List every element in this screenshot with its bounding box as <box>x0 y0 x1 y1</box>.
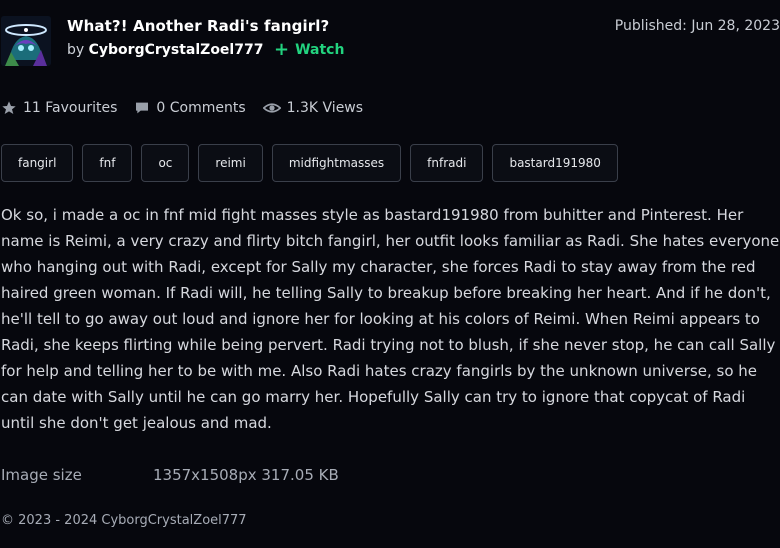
comment-icon <box>136 102 149 114</box>
comments-count: 0 Comments <box>156 100 246 116</box>
tag-chip[interactable]: reimi <box>198 144 263 182</box>
author-avatar[interactable] <box>1 16 51 66</box>
favourites-stat[interactable]: 11 Favourites <box>1 100 117 116</box>
author-link[interactable]: CyborgCrystalZoel777 <box>89 42 264 58</box>
copyright: © 2023 - 2024 CyborgCrystalZoel777 <box>1 513 247 528</box>
deviation-header: What?! Another Radi's fangirl? by Cyborg… <box>0 16 780 68</box>
plus-icon: + <box>274 39 290 60</box>
tag-list: fangirl fnf oc reimi midfightmasses fnfr… <box>1 144 618 182</box>
views-stat: 1.3K Views <box>262 100 364 116</box>
image-details: Image size 1357x1508px 317.05 KB <box>1 466 339 484</box>
published-date: Published: Jun 28, 2023 <box>614 18 780 34</box>
deviation-title: What?! Another Radi's fangirl? <box>67 17 330 35</box>
tag-chip[interactable]: fangirl <box>1 144 74 182</box>
description-text: Ok so, i made a oc in fnf mid fight mass… <box>1 206 780 432</box>
byline: by CyborgCrystalZoel777 <box>67 42 263 58</box>
tag-chip[interactable]: fnfradi <box>410 144 484 182</box>
by-label: by <box>67 42 85 58</box>
tag-chip[interactable]: oc <box>141 144 190 182</box>
tag-chip[interactable]: bastard191980 <box>492 144 618 182</box>
eye-icon <box>262 103 281 113</box>
image-size-value: 1357x1508px 317.05 KB <box>153 466 339 484</box>
star-icon <box>2 101 16 114</box>
avatar-image <box>1 16 51 66</box>
watch-label: Watch <box>295 42 345 58</box>
tag-chip[interactable]: fnf <box>82 144 133 182</box>
views-count: 1.3K Views <box>286 100 364 116</box>
comments-stat[interactable]: 0 Comments <box>134 100 246 116</box>
watch-button[interactable]: + Watch <box>274 39 345 60</box>
favourites-count: 11 Favourites <box>23 100 118 116</box>
tag-chip[interactable]: midfightmasses <box>271 144 402 182</box>
stats-bar: 11 Favourites 0 Comments 1.3K Views <box>1 100 380 116</box>
image-size-label: Image size <box>1 466 82 484</box>
